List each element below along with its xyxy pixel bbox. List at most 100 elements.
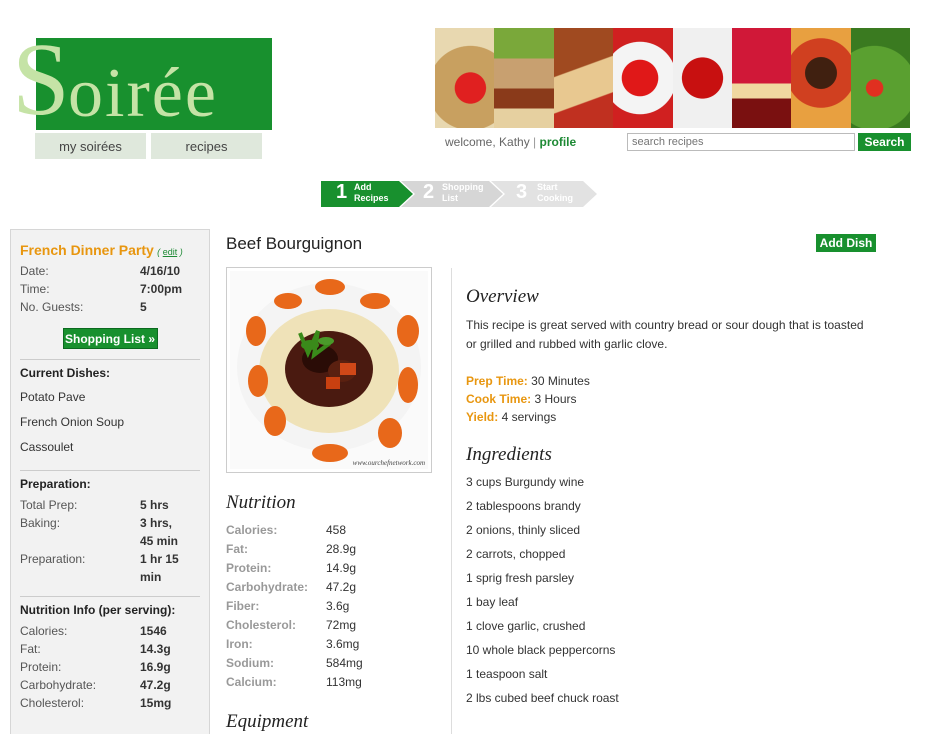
sidebar-divider <box>20 359 200 360</box>
equipment-heading: Equipment <box>226 711 309 732</box>
prep-row: Baking: 3 hrs, 45 min <box>20 514 200 550</box>
party-date-row: Date: 4/16/10 <box>20 262 200 280</box>
banner-photo-tomato2 <box>672 28 732 128</box>
nutrition-value: 28.9g <box>326 542 357 556</box>
nutrition-row: Iron: 3.6mg <box>226 635 363 654</box>
nutrition-label: Fat: <box>20 642 41 656</box>
step-3-number[interactable]: 3 <box>516 181 527 204</box>
party-guests-row: No. Guests: 5 <box>20 298 200 316</box>
step-2-label[interactable]: Shopping List <box>442 182 484 204</box>
svg-text:S: S <box>12 22 70 132</box>
party-time-row: Time: 7:00pm <box>20 280 200 298</box>
ingredient-item: 2 tablespoons brandy <box>466 499 581 513</box>
nutrition-value: 15mg <box>140 696 172 710</box>
profile-link[interactable]: profile <box>540 135 577 149</box>
nutrition-label: Fiber: <box>226 599 260 613</box>
party-title[interactable]: French Dinner Party <box>20 242 154 258</box>
search-input[interactable] <box>627 133 855 151</box>
nav-recipes[interactable]: recipes <box>151 133 262 159</box>
banner-photo-grill <box>553 28 614 128</box>
nutrition-label: Sodium: <box>226 656 274 670</box>
nutrition-label: Cholesterol: <box>20 696 85 710</box>
prep-value-line2: 45 min <box>140 534 179 548</box>
step-1-label[interactable]: Add Recipes <box>354 182 389 204</box>
dish-item[interactable]: French Onion Soup <box>20 410 200 435</box>
nutrition-row: Carbohydrate: 47.2g <box>20 676 200 694</box>
photo-credit: www.ourchefnetwork.com <box>352 459 425 467</box>
nutrition-row: Calcium: 113mg <box>226 673 363 692</box>
soiree-logo[interactable]: S oirée <box>8 6 283 137</box>
prep-label: Baking: <box>20 516 61 530</box>
ingredient-item: 1 clove garlic, crushed <box>466 619 586 633</box>
nutrition-value: 16.9g <box>140 660 171 674</box>
edit-close-paren: ) <box>179 247 183 257</box>
overview-heading: Overview <box>466 286 539 307</box>
banner-photo-pizza <box>791 28 851 128</box>
nutrition-label: Carbohydrate: <box>226 580 309 594</box>
step-2-line2: List <box>442 193 459 203</box>
nutrition-value: 72mg <box>326 618 357 632</box>
nutrition-row: Sodium: 584mg <box>226 654 363 673</box>
sidebar-divider <box>20 596 200 597</box>
cook-time-label: Cook Time: <box>466 392 532 406</box>
step-1-line2: Recipes <box>354 193 389 203</box>
nav-my-soirees[interactable]: my soirées <box>35 133 146 159</box>
recipe-times: Prep Time: 30 Minutes Cook Time: 3 Hours… <box>466 372 590 426</box>
prep-value: 5 hrs <box>140 498 169 512</box>
ingredient-item: 1 sprig fresh parsley <box>466 571 575 585</box>
nutrition-value: 3.6mg <box>326 637 360 651</box>
nutrition-heading: Nutrition <box>226 492 296 513</box>
party-sidebar: French Dinner Party ( edit ) Date: 4/16/… <box>10 229 210 734</box>
prep-value-line2: min <box>140 570 162 584</box>
party-title-row: French Dinner Party ( edit ) <box>20 242 200 258</box>
shopping-list-button[interactable]: Shopping List » <box>62 328 158 349</box>
nutrition-label: Iron: <box>226 637 253 651</box>
recipe-photo: www.ourchefnetwork.com <box>226 267 432 473</box>
step-1-line1: Add <box>354 182 372 192</box>
search-button[interactable]: Search <box>858 133 911 151</box>
dish-item[interactable]: Potato Pave <box>20 385 200 410</box>
ingredients-list: 3 cups Burgundy wine 2 tablespoons brand… <box>466 473 619 713</box>
welcome-separator: | <box>533 135 537 149</box>
prep-time-label: Prep Time: <box>466 374 528 388</box>
nutrition-value: 47.2g <box>326 580 357 594</box>
recipe-title: Beef Bourguignon <box>226 234 363 253</box>
banner-photo-salad <box>850 28 910 128</box>
prep-value-line1: 3 hrs, <box>140 516 173 530</box>
nutrition-row: Calories: 1546 <box>20 622 200 640</box>
nutrition-label: Calcium: <box>226 675 277 689</box>
ingredient-item: 2 lbs cubed beef chuck roast <box>466 691 619 705</box>
step-3-line1: Start <box>537 182 558 192</box>
step-3-label[interactable]: Start Cooking <box>537 182 573 204</box>
current-dishes-heading: Current Dishes: <box>20 366 111 380</box>
edit-party-link[interactable]: ( edit ) <box>157 247 183 257</box>
ingredient-item: 10 whole black peppercorns <box>466 643 616 657</box>
nutrition-row: Protein: 14.9g <box>226 559 363 578</box>
nutrition-row: Fat: 14.3g <box>20 640 200 658</box>
dish-item[interactable]: Cassoulet <box>20 435 200 460</box>
prep-value: 3 hrs, 45 min <box>140 514 178 550</box>
prep-row: Total Prep: 5 hrs <box>20 496 200 514</box>
prep-row: Preparation: 1 hr 15 min <box>20 550 200 586</box>
prep-label: Preparation: <box>20 552 86 566</box>
nutrition-info-heading: Nutrition Info (per serving): <box>20 603 176 617</box>
step-2-number[interactable]: 2 <box>423 181 434 204</box>
welcome-greeting: welcome, Kathy <box>445 135 530 149</box>
nutrition-label: Protein: <box>20 660 62 674</box>
nutrition-row: Fiber: 3.6g <box>226 597 363 616</box>
prep-time-row: Prep Time: 30 Minutes <box>466 372 590 390</box>
overview-text: This recipe is great served with country… <box>466 318 864 351</box>
add-dish-button[interactable]: Add Dish <box>816 234 876 252</box>
yield-row: Yield: 4 servings <box>466 408 590 426</box>
svg-text:oirée: oirée <box>68 55 218 132</box>
ingredient-item: 3 cups Burgundy wine <box>466 475 585 489</box>
step-1-number[interactable]: 1 <box>336 181 347 204</box>
banner-photo-sandwich <box>494 28 554 128</box>
nutrition-row: Calories: 458 <box>226 521 363 540</box>
time-value: 7:00pm <box>140 282 183 296</box>
nutrition-value: 3.6g <box>326 599 350 613</box>
food-banner <box>435 28 910 128</box>
ingredients-heading: Ingredients <box>466 444 552 465</box>
cook-time-value: 3 Hours <box>534 392 577 406</box>
banner-photo-tomato <box>613 28 673 128</box>
